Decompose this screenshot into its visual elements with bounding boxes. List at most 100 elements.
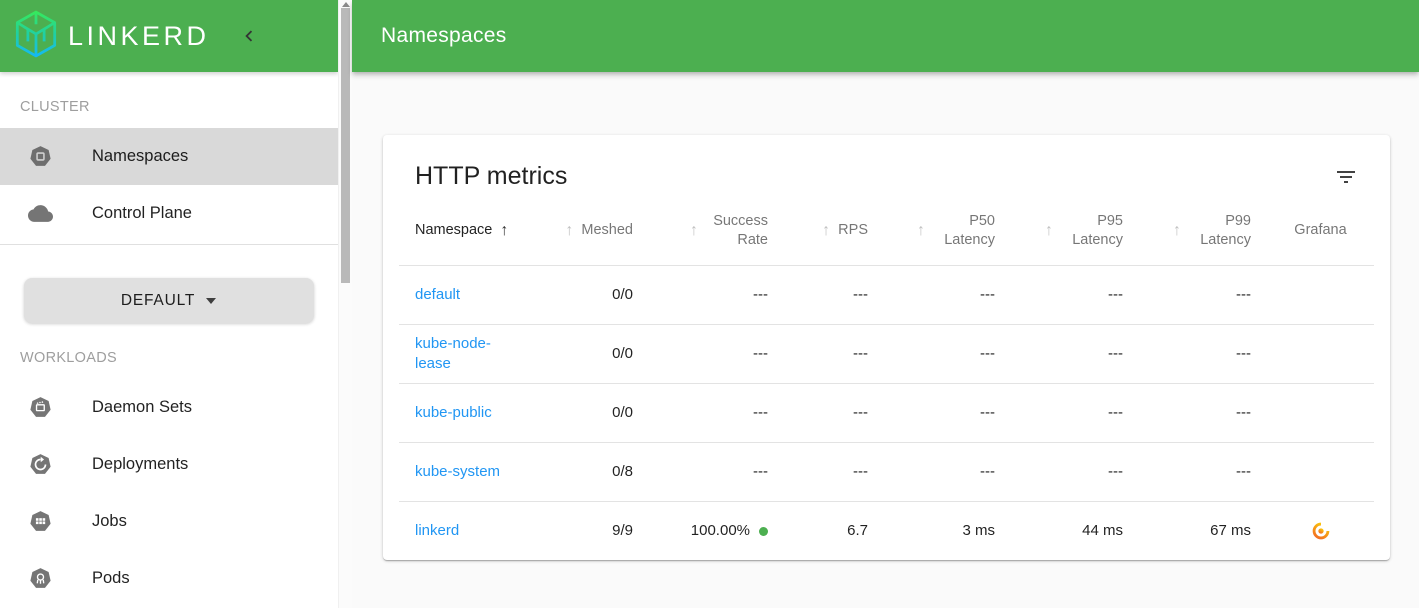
grafana-icon — [1311, 521, 1331, 541]
cloud-icon — [28, 201, 53, 226]
main-area: Namespaces HTTP metrics Namespace ↑ ↑ Meshe… — [352, 0, 1419, 608]
workloads-section-label: WORKLOADS — [20, 350, 338, 366]
app-bar: Namespaces — [352, 0, 1419, 72]
rps-cell: --- — [784, 442, 884, 501]
column-header-p50-latency[interactable]: ↑ P50 Latency — [884, 197, 1011, 265]
column-label: P50 Latency — [933, 212, 995, 250]
grafana-cell[interactable] — [1267, 501, 1374, 560]
sidebar-item-label: Namespaces — [92, 147, 188, 166]
table-row-linkerd: linkerd 9/9100.00%6.73 ms44 ms67 ms — [399, 501, 1374, 560]
filter-list-icon[interactable] — [1334, 165, 1358, 189]
table-row-default: default0/0--------------- — [399, 265, 1374, 324]
column-label: Meshed — [581, 221, 633, 240]
sidebar-item-label: Control Plane — [92, 204, 192, 223]
namespace-selector-label: DEFAULT — [121, 292, 195, 310]
column-header-p99-latency[interactable]: ↑P99 Latency — [1139, 197, 1267, 265]
p50-latency-cell: --- — [884, 324, 1011, 383]
grafana-cell — [1267, 324, 1374, 383]
chevron-left-icon — [238, 25, 260, 47]
p50-latency-cell: 3 ms — [884, 501, 1011, 560]
metrics-table: Namespace↑↑Meshed↑Success Rate↑RPS↑P50 L… — [399, 197, 1374, 560]
rps-cell: 6.7 — [784, 501, 884, 560]
namespace-link[interactable]: kube-node-lease — [415, 335, 491, 372]
sidebar: LINKERD CLUSTER Namespaces Control Plane… — [0, 0, 338, 608]
grafana-cell — [1267, 442, 1374, 501]
column-label: RPS — [838, 221, 868, 240]
scrollbar-thumb[interactable] — [341, 8, 350, 283]
pod-heptagon-icon — [28, 566, 53, 591]
sidebar-item-pods[interactable]: Pods — [0, 550, 338, 607]
sidebar-item-daemon-sets[interactable]: Daemon Sets — [0, 379, 338, 436]
p50-latency-cell: --- — [884, 442, 1011, 501]
metrics-table-head-row: Namespace↑↑Meshed↑Success Rate↑RPS↑P50 L… — [399, 197, 1374, 265]
sidebar-item-deployments[interactable]: Deployments — [0, 436, 338, 493]
p99-latency-cell: --- — [1139, 265, 1267, 324]
table-row-kube-system: kube-system0/8--------------- — [399, 442, 1374, 501]
job-heptagon-icon — [28, 509, 53, 534]
success-rate-cell: --- — [649, 324, 784, 383]
p95-latency-cell: --- — [1011, 383, 1139, 442]
meshed-cell: 0/0 — [529, 265, 649, 324]
content-area: HTTP metrics Namespace ↑ ↑ Meshed ↑ Success R… — [352, 72, 1419, 608]
p95-latency-cell: 44 ms — [1011, 501, 1139, 560]
deployment-heptagon-icon — [28, 452, 53, 477]
metrics-table-body: default0/0---------------kube-node-lease… — [399, 265, 1374, 560]
sort-arrow-icon: ↑ — [917, 222, 925, 240]
meshed-cell: 0/0 — [529, 383, 649, 442]
sidebar-item-namespaces[interactable]: Namespaces — [0, 128, 338, 185]
column-label: P95 Latency — [1061, 212, 1123, 250]
sidebar-scrollbar[interactable] — [338, 0, 352, 608]
namespace-link[interactable]: kube-system — [415, 463, 500, 480]
sidebar-item-label: Jobs — [92, 512, 127, 531]
scrollbar-up-arrow-icon[interactable] — [342, 2, 350, 7]
namespace-selector-button[interactable]: DEFAULT — [24, 278, 314, 323]
p99-latency-cell: 67 ms — [1139, 501, 1267, 560]
cluster-section-label: CLUSTER — [20, 99, 338, 115]
column-header-success-rate[interactable]: ↑ Success Rate — [649, 197, 784, 265]
column-label: P99 Latency — [1189, 212, 1251, 250]
sidebar-item-control-plane[interactable]: Control Plane — [0, 185, 338, 242]
sort-arrow-icon: ↑ — [690, 222, 698, 240]
grafana-cell — [1267, 383, 1374, 442]
table-row-kube-public: kube-public0/0--------------- — [399, 383, 1374, 442]
namespace-link[interactable]: default — [415, 286, 460, 303]
column-header-p95-latency[interactable]: ↑ P95 Latency — [1011, 197, 1139, 265]
linkerd-logo-icon — [10, 8, 62, 65]
rps-cell: --- — [784, 265, 884, 324]
success-rate-cell: --- — [649, 265, 784, 324]
sidebar-item-label: Daemon Sets — [92, 398, 192, 417]
sort-arrow-icon: ↑ — [565, 222, 573, 240]
page-title: Namespaces — [381, 24, 507, 48]
column-header-rps[interactable]: ↑RPS — [784, 197, 884, 265]
column-label: Success Rate — [706, 212, 768, 250]
card-header: HTTP metrics — [383, 135, 1390, 193]
sidebar-header: LINKERD — [0, 0, 338, 72]
dropdown-caret-icon — [205, 297, 217, 305]
success-rate-cell: --- — [649, 383, 784, 442]
brand-name: LINKERD — [68, 21, 210, 52]
namespaces-heptagon-icon — [28, 144, 53, 169]
sort-arrow-icon: ↑ — [500, 222, 508, 240]
column-label: Namespace — [415, 221, 492, 240]
p99-latency-cell: --- — [1139, 383, 1267, 442]
rps-cell: --- — [784, 383, 884, 442]
p99-latency-cell: --- — [1139, 324, 1267, 383]
column-header-meshed[interactable]: ↑ Meshed — [529, 197, 649, 265]
meshed-cell: 9/9 — [529, 501, 649, 560]
p95-latency-cell: --- — [1011, 265, 1139, 324]
column-header-namespace[interactable]: Namespace ↑ — [399, 197, 529, 265]
meshed-cell: 0/0 — [529, 324, 649, 383]
collapse-sidebar-button[interactable] — [238, 25, 260, 47]
sidebar-item-label: Pods — [92, 569, 130, 588]
namespace-link[interactable]: kube-public — [415, 404, 492, 421]
namespace-link[interactable]: linkerd — [415, 522, 459, 539]
success-rate-cell: --- — [649, 442, 784, 501]
sidebar-item-label: Deployments — [92, 455, 188, 474]
sidebar-item-jobs[interactable]: Jobs — [0, 493, 338, 550]
sort-arrow-icon: ↑ — [1045, 222, 1053, 240]
card-title: HTTP metrics — [415, 162, 567, 191]
sidebar-divider — [0, 244, 338, 245]
grafana-link[interactable] — [1311, 521, 1331, 541]
success-rate-cell: 100.00% — [649, 501, 784, 560]
http-metrics-card: HTTP metrics Namespace ↑ ↑ Meshed ↑ Success R… — [383, 135, 1390, 560]
